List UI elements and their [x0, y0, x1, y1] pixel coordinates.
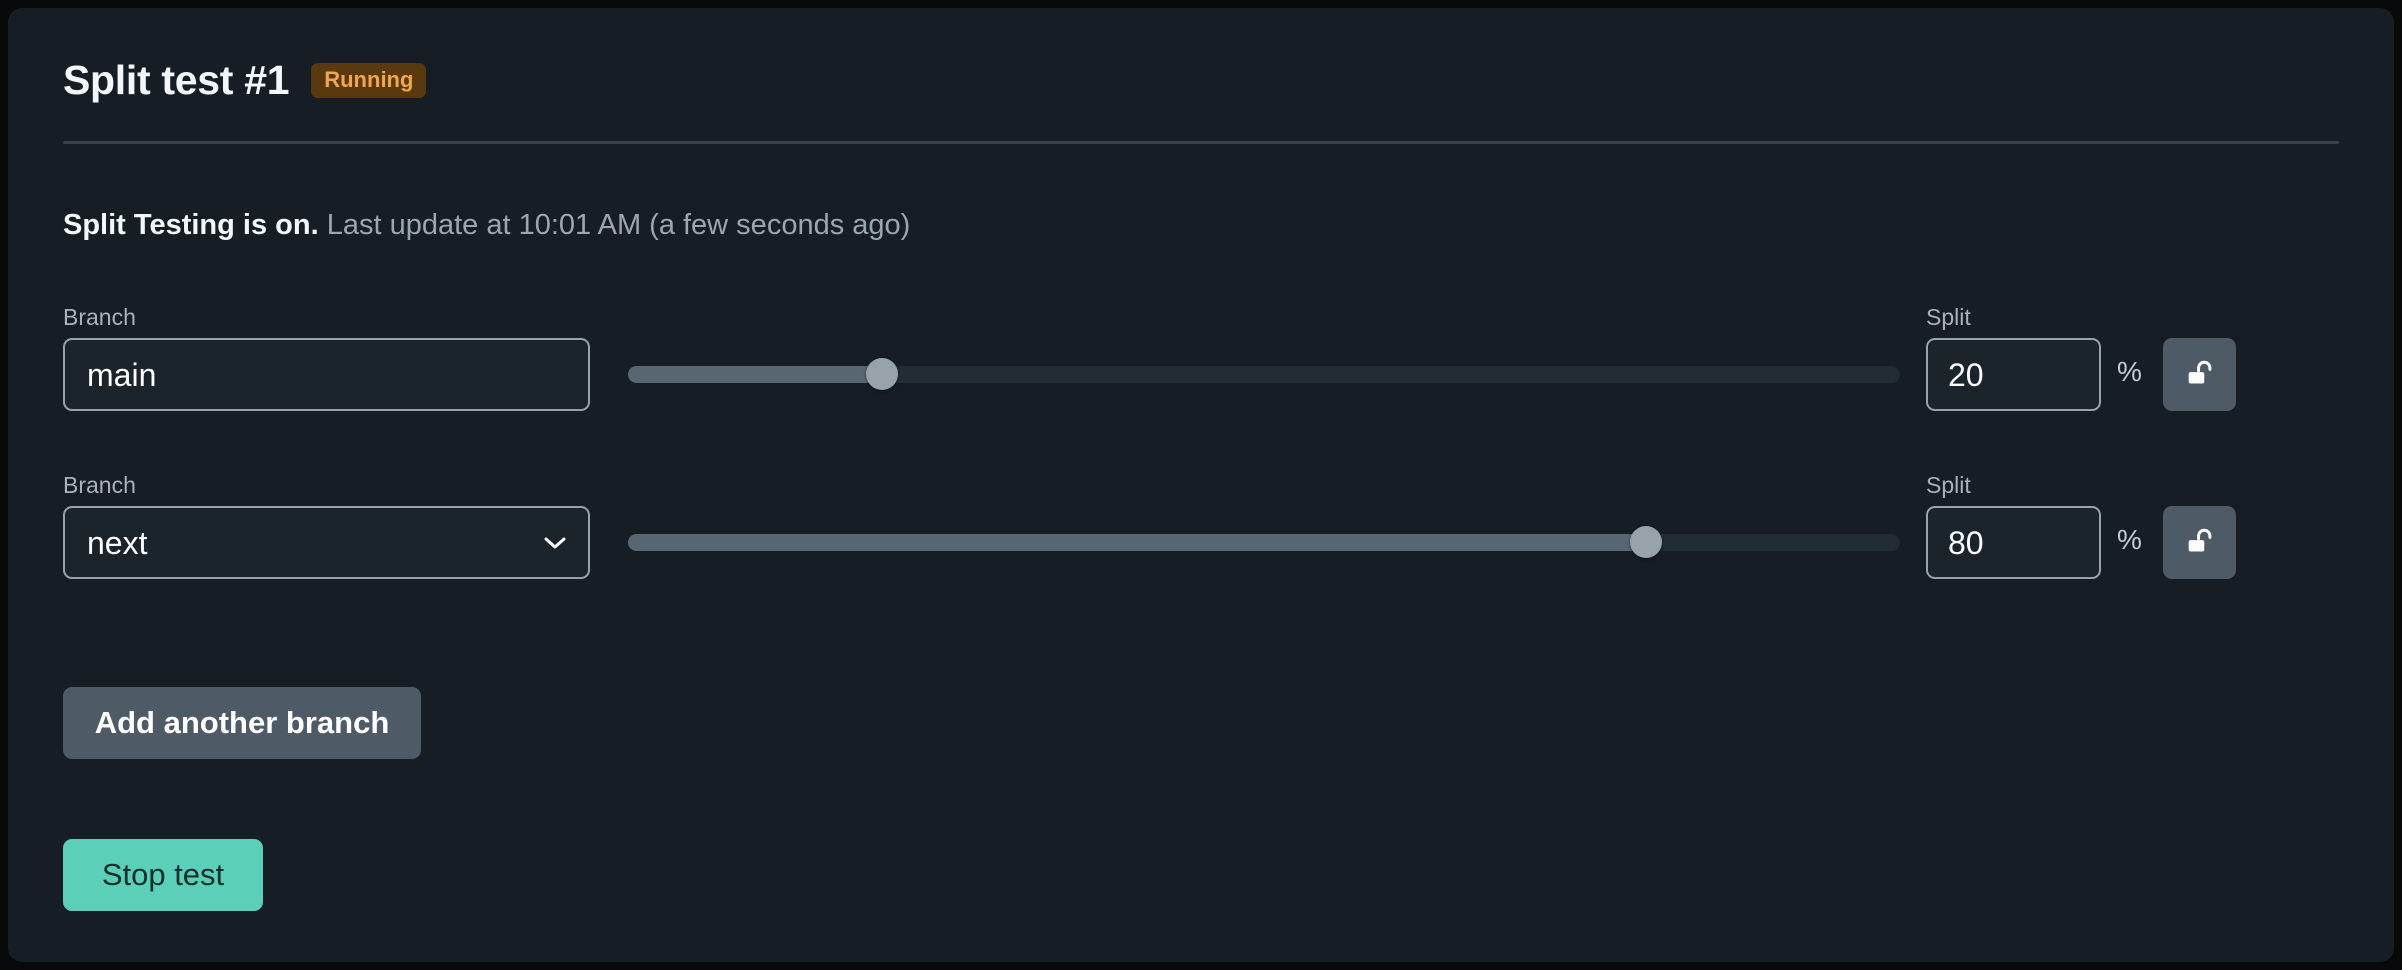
- branch-value: main: [87, 356, 157, 393]
- split-label: Split: [1926, 472, 1971, 498]
- branch-input[interactable]: main: [63, 338, 590, 411]
- slider-thumb[interactable]: [866, 358, 899, 390]
- header-divider: [63, 141, 2339, 144]
- status-strong-text: Split Testing is on.: [63, 209, 319, 241]
- card-header: Split test #1 Running: [63, 57, 427, 103]
- branch-row: Branch next Split 80 %: [8, 474, 2394, 594]
- slider-fill: [628, 534, 1646, 551]
- lock-toggle-button[interactable]: [2163, 506, 2236, 579]
- split-percentage-input[interactable]: 80: [1926, 506, 2101, 579]
- split-slider[interactable]: [628, 526, 1900, 558]
- branch-label: Branch: [63, 304, 136, 330]
- split-slider[interactable]: [628, 358, 1900, 390]
- split-label: Split: [1926, 304, 1971, 330]
- unlock-icon: [2183, 526, 2217, 560]
- split-test-card: Split test #1 Running Split Testing is o…: [8, 8, 2394, 962]
- add-another-branch-button[interactable]: Add another branch: [63, 687, 421, 759]
- lock-toggle-button[interactable]: [2163, 338, 2236, 411]
- stop-test-button[interactable]: Stop test: [63, 839, 263, 911]
- split-percentage-input[interactable]: 20: [1926, 338, 2101, 411]
- unlock-icon: [2183, 358, 2217, 392]
- slider-thumb[interactable]: [1629, 526, 1662, 558]
- page-title: Split test #1: [63, 57, 290, 103]
- branch-row: Branch main Split 20 %: [8, 306, 2394, 426]
- percent-sign: %: [2117, 356, 2142, 387]
- branch-label: Branch: [63, 472, 136, 498]
- branch-select[interactable]: next: [63, 506, 590, 579]
- percent-sign: %: [2117, 524, 2142, 555]
- split-value: 80: [1948, 524, 1984, 561]
- status-badge: Running: [311, 63, 427, 98]
- chevron-down-icon: [544, 536, 566, 550]
- branch-value: next: [87, 524, 148, 561]
- slider-fill: [628, 366, 883, 383]
- split-testing-status: Split Testing is on. Last update at 10:0…: [63, 211, 910, 240]
- split-value: 20: [1948, 356, 1984, 393]
- status-last-update-text: Last update at 10:01 AM (a few seconds a…: [326, 209, 911, 241]
